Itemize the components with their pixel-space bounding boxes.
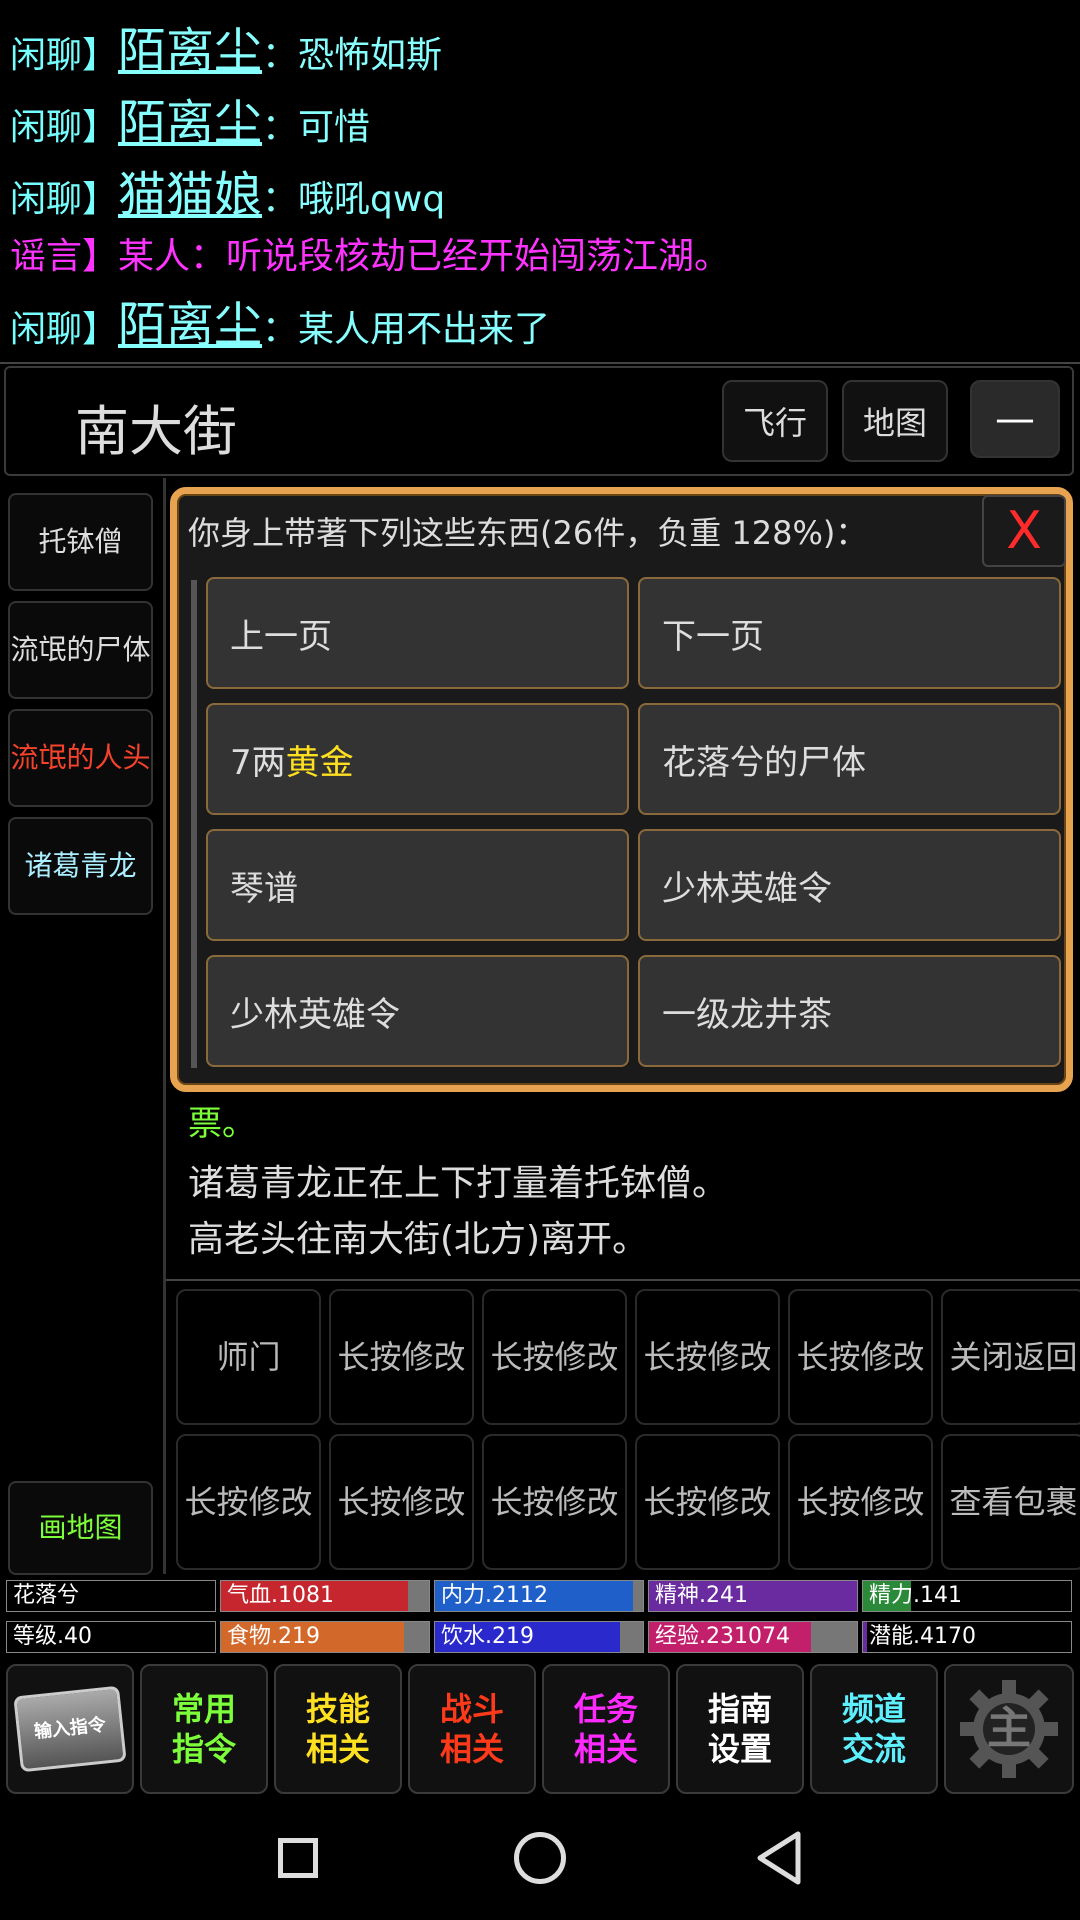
stat-neili: 内力.2112 xyxy=(434,1580,644,1612)
tab-combat[interactable]: 战斗 相关 xyxy=(408,1664,536,1794)
npc-item[interactable]: 流氓的尸体 xyxy=(8,601,153,699)
input-command-label: 输入指令 xyxy=(13,1685,127,1773)
gear-label: 主 xyxy=(987,1703,1031,1754)
inventory-item[interactable]: 花落兮的尸体 xyxy=(638,703,1061,815)
tab-label: 技能 相关 xyxy=(305,1690,370,1768)
chat-sender[interactable]: 陌离尘 xyxy=(118,95,262,151)
tab-guide-settings[interactable]: 指南 设置 xyxy=(676,1664,804,1794)
action-button[interactable]: 关闭返回 xyxy=(941,1289,1080,1425)
location-name: 南大街 xyxy=(75,400,237,463)
inventory-item[interactable]: 少林英雄令 xyxy=(206,955,629,1067)
stat-empty xyxy=(620,1622,643,1652)
tab-channels[interactable]: 频道 交流 xyxy=(810,1664,938,1794)
stat-exp: 经验.231074 xyxy=(648,1621,858,1653)
log-line: 高老头往南大街(北方)离开。 xyxy=(188,1219,649,1260)
inventory-item[interactable]: 琴谱 xyxy=(206,829,629,941)
player-level: 等级.40 xyxy=(6,1621,216,1653)
action-button[interactable]: 长按修改 xyxy=(788,1434,933,1570)
chat-sender[interactable]: 陌离尘 xyxy=(118,23,262,79)
tab-label: 频道 交流 xyxy=(841,1690,906,1768)
back-icon[interactable] xyxy=(754,1830,804,1886)
fly-button[interactable]: 飞行 xyxy=(722,380,828,462)
chat-sender[interactable]: 陌离尘 xyxy=(118,297,262,353)
chat-line: 闲聊】陌离尘：恐怖如斯 xyxy=(10,23,443,79)
home-icon[interactable] xyxy=(514,1832,566,1884)
tab-common-commands[interactable]: 常用 指令 xyxy=(140,1664,268,1794)
tab-quests[interactable]: 任务 相关 xyxy=(542,1664,670,1794)
divider xyxy=(166,1279,1080,1281)
action-button[interactable]: 师门 xyxy=(176,1289,321,1425)
chat-line: 闲聊】陌离尘：可惜 xyxy=(10,95,371,151)
inventory-item[interactable]: 少林英雄令 xyxy=(638,829,1061,941)
chat-sender[interactable]: 猫猫娘 xyxy=(118,167,262,223)
player-name: 花落兮 xyxy=(6,1580,216,1612)
log-line: 诸葛青龙正在上下打量着托钵僧。 xyxy=(188,1163,729,1204)
inventory-header: 你身上带著下列这些东西(26件，负重 128%)： xyxy=(188,514,868,552)
npc-item[interactable]: 诸葛青龙 xyxy=(8,817,153,915)
stat-water: 饮水.219 xyxy=(434,1621,644,1653)
inventory-item[interactable]: 7两 黄金 xyxy=(206,703,629,815)
stat-hp: 气血.1081 xyxy=(220,1580,430,1612)
tab-label: 战斗 相关 xyxy=(439,1690,504,1768)
action-button[interactable]: 长按修改 xyxy=(176,1434,321,1570)
recents-icon[interactable] xyxy=(278,1838,318,1878)
stat-potential: 潜能.4170 xyxy=(862,1621,1072,1653)
nav-bar xyxy=(0,1800,1080,1920)
chat-line: 闲聊】陌离尘：某人用不出来了 xyxy=(10,297,551,353)
column-divider xyxy=(163,478,166,1574)
action-button[interactable]: 长按修改 xyxy=(635,1289,780,1425)
tab-label: 指南 设置 xyxy=(707,1690,772,1768)
chat-line-rumor: 谣言】某人：听说段核劫已经开始闯荡江湖。 xyxy=(10,236,731,277)
npc-item[interactable]: 托钵僧 xyxy=(8,493,153,591)
scrollbar[interactable] xyxy=(191,580,197,1068)
divider xyxy=(0,362,1080,364)
tab-label: 任务 相关 xyxy=(573,1690,638,1768)
action-button[interactable]: 长按修改 xyxy=(482,1289,627,1425)
action-button[interactable]: 长按修改 xyxy=(329,1289,474,1425)
stat-empty xyxy=(811,1622,857,1652)
action-button[interactable]: 查看包裹 xyxy=(941,1434,1080,1570)
stat-empty xyxy=(408,1581,429,1611)
close-button[interactable]: X xyxy=(982,495,1066,567)
prev-page-button[interactable]: 上一页 xyxy=(206,577,629,689)
minimize-button[interactable]: — xyxy=(970,380,1060,458)
input-command-button[interactable]: 输入指令 xyxy=(6,1664,134,1794)
next-page-button[interactable]: 下一页 xyxy=(638,577,1061,689)
map-button[interactable]: 地图 xyxy=(842,380,948,462)
action-button[interactable]: 长按修改 xyxy=(482,1434,627,1570)
log-line: 票。 xyxy=(188,1104,256,1144)
gear-button[interactable]: 主 xyxy=(944,1664,1074,1794)
action-button[interactable]: 长按修改 xyxy=(788,1289,933,1425)
action-button[interactable]: 长按修改 xyxy=(329,1434,474,1570)
action-button[interactable]: 长按修改 xyxy=(635,1434,780,1570)
npc-item[interactable]: 流氓的人头 xyxy=(8,709,153,807)
inventory-item[interactable]: 一级龙井茶 xyxy=(638,955,1061,1067)
draw-map-button[interactable]: 画地图 xyxy=(8,1481,153,1575)
stat-food: 食物.219 xyxy=(220,1621,430,1653)
tab-skills[interactable]: 技能 相关 xyxy=(274,1664,402,1794)
stat-jingli: 精力.141 xyxy=(862,1580,1072,1612)
chat-line: 闲聊】猫猫娘：哦吼qwq xyxy=(10,167,446,223)
tab-label: 常用 指令 xyxy=(171,1690,236,1768)
stat-empty xyxy=(404,1622,429,1652)
stat-jingshen: 精神.241 xyxy=(648,1580,858,1612)
stat-empty xyxy=(632,1581,643,1611)
